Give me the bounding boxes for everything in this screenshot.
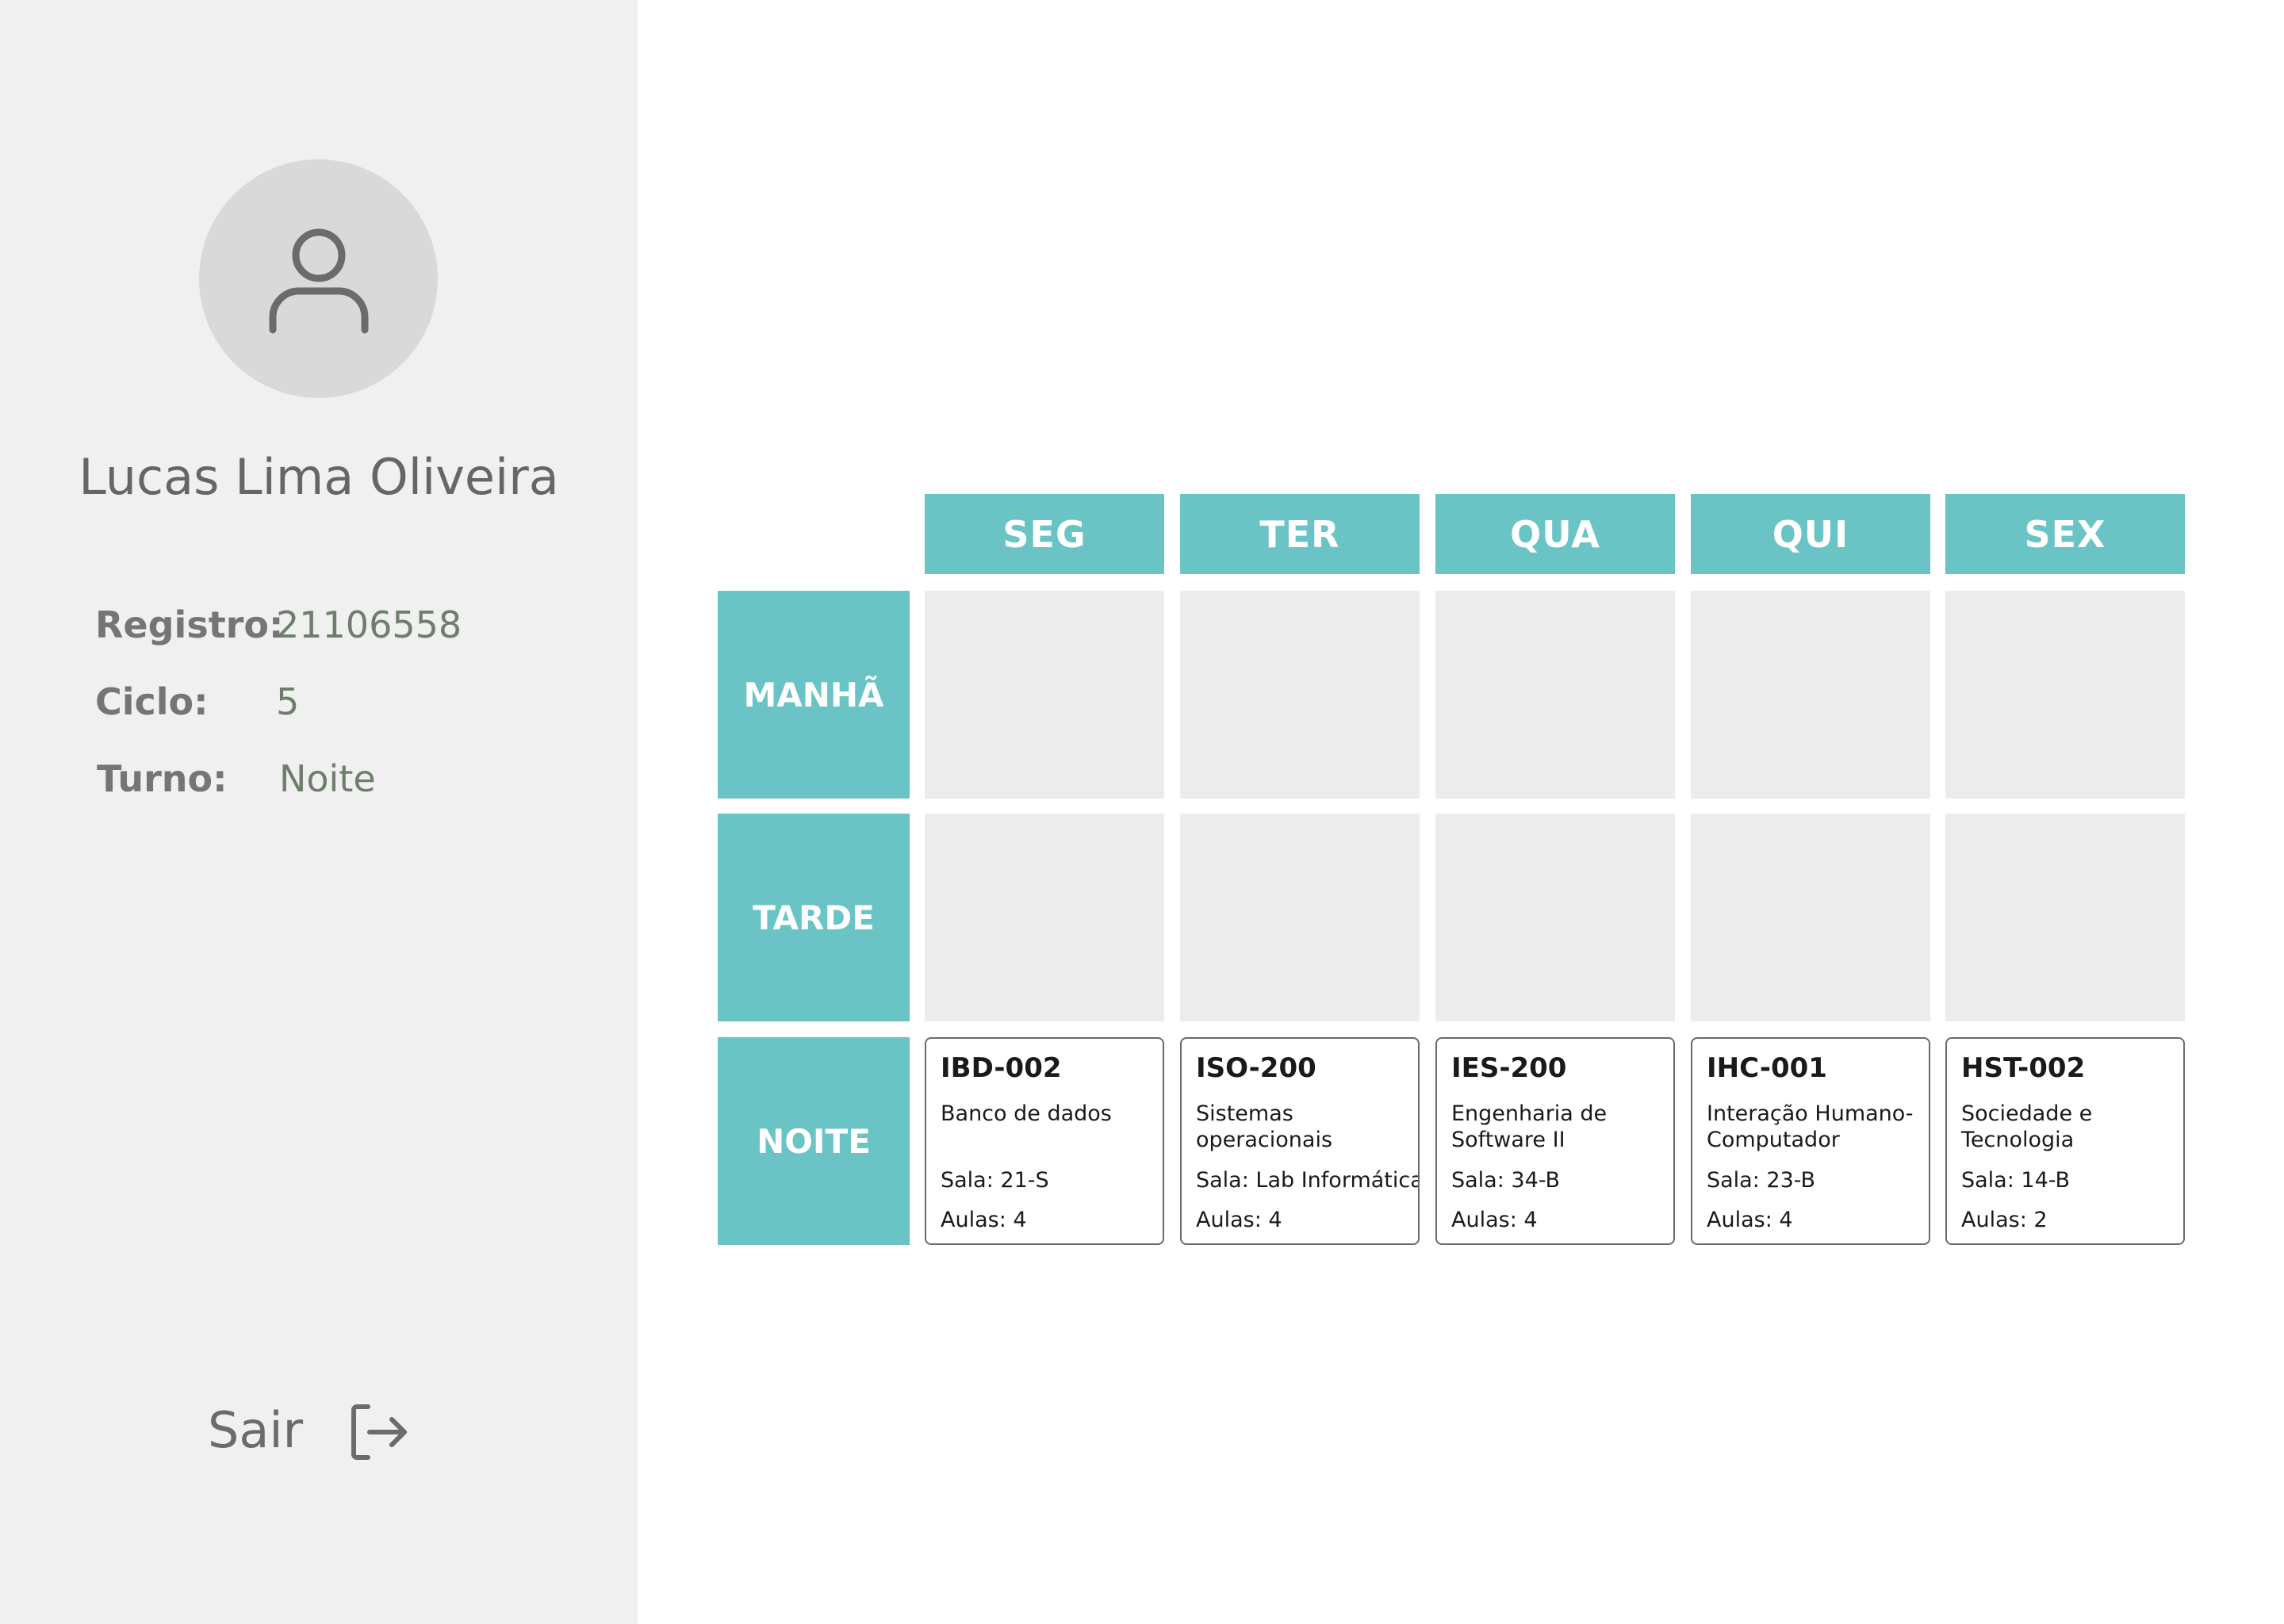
empty-slot — [1691, 591, 1930, 799]
class-name: Engenharia de Software II — [1451, 1101, 1608, 1152]
class-code: IES-200 — [1451, 1052, 1567, 1084]
class-name: Banco de dados — [941, 1101, 1112, 1126]
class-card-sex[interactable]: HST-002 Sociedade e Tecnologia Sala: 14-… — [1945, 1037, 2185, 1245]
ciclo-label: Ciclo: — [95, 680, 209, 723]
turno-label: Turno: — [97, 757, 228, 800]
class-name: Sistemas operacionais — [1196, 1101, 1333, 1152]
empty-slot — [925, 591, 1164, 799]
class-lessons: Aulas: 4 — [1451, 1208, 1538, 1232]
class-lessons: Aulas: 4 — [1196, 1208, 1282, 1232]
logout-button[interactable]: Sair — [208, 1394, 422, 1465]
profile-sidebar: Lucas Lima Oliveira Registro: 21106558 C… — [0, 0, 638, 1624]
registro-value: 21106558 — [276, 603, 462, 646]
day-header-sex: SEX — [1945, 494, 2185, 574]
user-name: Lucas Lima Oliveira — [79, 448, 559, 506]
class-name: Interação Humano-Computador — [1707, 1101, 1914, 1152]
day-header-qui: QUI — [1691, 494, 1930, 574]
class-card-qua[interactable]: IES-200 Engenharia de Software II Sala: … — [1435, 1037, 1675, 1245]
class-code: HST-002 — [1961, 1052, 2086, 1084]
empty-slot — [1945, 591, 2185, 799]
class-lessons: Aulas: 4 — [941, 1208, 1027, 1232]
turno-value: Noite — [279, 757, 376, 800]
app-root: Lucas Lima Oliveira Registro: 21106558 C… — [0, 0, 2284, 1624]
empty-slot — [1945, 814, 2185, 1021]
avatar — [199, 159, 438, 398]
empty-slot — [1180, 814, 1420, 1021]
empty-slot — [1435, 814, 1675, 1021]
class-code: IBD-002 — [941, 1052, 1062, 1084]
class-room: Sala: 23-B — [1707, 1168, 1816, 1193]
period-label-noite: NOITE — [718, 1037, 910, 1245]
class-room: Sala: Lab Informática — [1196, 1168, 1420, 1193]
user-icon — [269, 228, 369, 334]
period-label-tarde: TARDE — [718, 814, 910, 1021]
day-header-seg: SEG — [925, 494, 1164, 574]
period-label-manha: MANHÃ — [718, 591, 910, 799]
empty-slot — [1180, 591, 1420, 799]
class-card-ter[interactable]: ISO-200 Sistemas operacionais Sala: Lab … — [1180, 1037, 1420, 1245]
class-room: Sala: 21-S — [941, 1168, 1049, 1193]
day-header-qua: QUA — [1435, 494, 1675, 574]
class-code: ISO-200 — [1196, 1052, 1316, 1084]
ciclo-value: 5 — [276, 680, 300, 723]
registro-label: Registro: — [95, 603, 284, 646]
class-lessons: Aulas: 2 — [1961, 1208, 2048, 1232]
logout-icon — [351, 1404, 407, 1460]
class-card-seg[interactable]: IBD-002 Banco de dados Sala: 21-S Aulas:… — [925, 1037, 1164, 1245]
empty-slot — [1435, 591, 1675, 799]
logout-label: Sair — [208, 1401, 304, 1459]
class-room: Sala: 14-B — [1961, 1168, 2071, 1193]
class-lessons: Aulas: 4 — [1707, 1208, 1793, 1232]
class-name: Sociedade e Tecnologia — [1961, 1101, 2093, 1152]
class-card-qui[interactable]: IHC-001 Interação Humano-Computador Sala… — [1691, 1037, 1930, 1245]
class-room: Sala: 34-B — [1451, 1168, 1561, 1193]
empty-slot — [925, 814, 1164, 1021]
day-header-ter: TER — [1180, 494, 1420, 574]
class-code: IHC-001 — [1707, 1052, 1827, 1084]
empty-slot — [1691, 814, 1930, 1021]
